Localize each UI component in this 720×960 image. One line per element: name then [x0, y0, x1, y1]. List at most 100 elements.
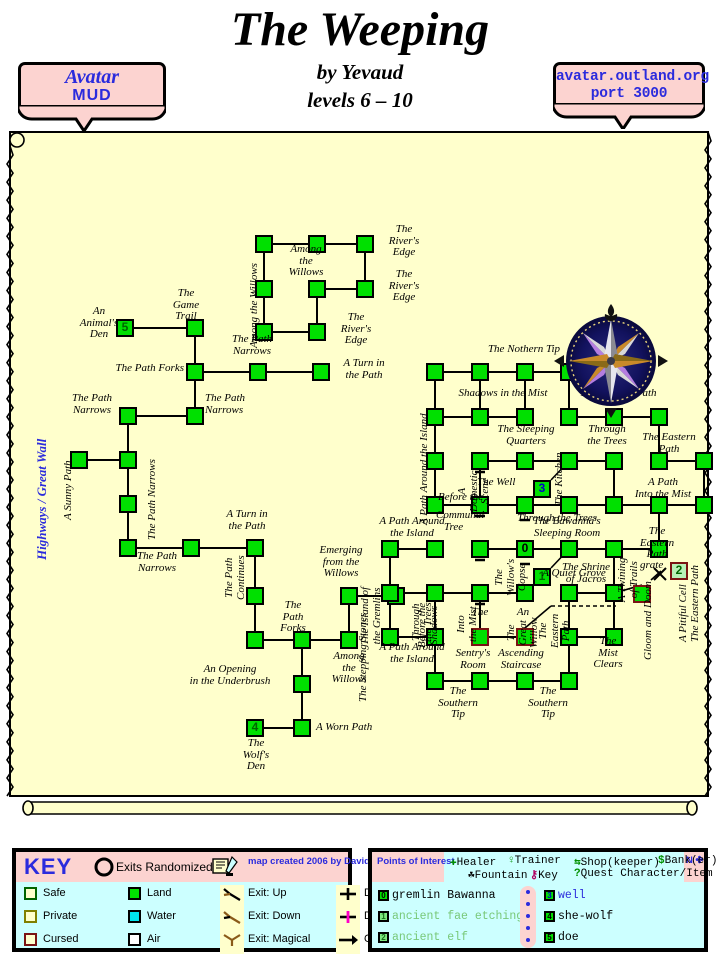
- room-node[interactable]: [246, 631, 264, 649]
- room-label-vertical: Among the Willows: [248, 263, 260, 348]
- poi-marker: 0: [378, 890, 389, 901]
- room-label: The Wolf's Den: [242, 737, 270, 772]
- room-label-vertical: A Sunny Path: [62, 460, 74, 520]
- badge-tail-right: [553, 103, 705, 129]
- room-label: An Opening in the Underbrush: [189, 663, 271, 687]
- room-label-vertical: Before the Shadows: [416, 602, 440, 648]
- room-connection: [578, 503, 605, 507]
- room-label: The Path Narrows: [205, 392, 246, 416]
- room-node[interactable]: [186, 363, 204, 381]
- oneway-arrow-icon: [339, 935, 358, 945]
- room-label: The Eastern Path: [639, 525, 675, 560]
- room-node[interactable]: [560, 584, 578, 602]
- room-node[interactable]: [340, 631, 358, 649]
- room-node[interactable]: [356, 280, 374, 298]
- room-node[interactable]: [605, 540, 623, 558]
- room-node[interactable]: [255, 235, 273, 253]
- room-node[interactable]: [516, 363, 534, 381]
- room-node[interactable]: [471, 452, 489, 470]
- highways-great-wall-label: Highways / Great Wall: [34, 438, 49, 560]
- poi-symbol-key: ⚷Key: [530, 870, 558, 882]
- room-label: Among the Willows: [288, 243, 324, 278]
- room-label: Ascending Staircase: [498, 647, 544, 671]
- room-label-vertical: The Eastern Path: [689, 565, 701, 642]
- room-label-vertical: The Willow's Copse: [493, 558, 528, 596]
- room-node[interactable]: [560, 540, 578, 558]
- room-node[interactable]: 4: [246, 719, 264, 737]
- room-node[interactable]: [426, 540, 444, 558]
- room-node[interactable]: [293, 675, 311, 693]
- room-connection: [363, 253, 367, 280]
- room-label-vertical: The Path Continues: [223, 555, 247, 600]
- exit-magical-icon-wrap: [220, 931, 244, 954]
- room-node[interactable]: [426, 363, 444, 381]
- room-node[interactable]: [471, 363, 489, 381]
- room-node[interactable]: [293, 719, 311, 737]
- room-node[interactable]: [356, 235, 374, 253]
- key-title: KEY: [24, 854, 73, 879]
- key-legend: KEY Exits Randomized map created 2006 by…: [12, 848, 452, 954]
- room-node[interactable]: [471, 584, 489, 602]
- room-connection: [204, 370, 249, 374]
- compass-rose-icon: [554, 304, 668, 418]
- room-node[interactable]: [246, 539, 264, 557]
- room-node[interactable]: [186, 407, 204, 425]
- room-connection: [311, 638, 340, 642]
- room-connection: [578, 547, 605, 551]
- room-label-vertical: A Twining of Trails: [616, 557, 640, 602]
- room-connection: [399, 547, 426, 551]
- key-item-label: Safe: [43, 887, 66, 899]
- room-node[interactable]: [119, 495, 137, 513]
- room-connection: [489, 370, 516, 374]
- exit-up-icon-wrap: [220, 885, 244, 908]
- exits-randomized-label: Exits Randomized: [116, 860, 213, 874]
- room-connection: [489, 679, 516, 683]
- room-node[interactable]: [516, 452, 534, 470]
- room-connection: [444, 415, 471, 419]
- room-connection: [315, 298, 319, 323]
- room-node[interactable]: [605, 452, 623, 470]
- avatar-mud-badge-line2: MUD: [72, 87, 112, 104]
- room-connection: [347, 605, 351, 631]
- poi-marker: 2: [378, 932, 389, 943]
- room-connection: [262, 298, 266, 323]
- room-connection: [134, 326, 186, 330]
- room-node[interactable]: [381, 584, 399, 602]
- room-node[interactable]: [308, 323, 326, 341]
- room-node[interactable]: [119, 451, 137, 469]
- room-label: The Path Forks: [115, 362, 184, 374]
- room-connection: [253, 605, 257, 631]
- room-label: grate: [640, 559, 664, 571]
- room-node[interactable]: [119, 407, 137, 425]
- water-swatch: [128, 910, 141, 923]
- poi-symbol-fountain: ☘Fountain: [468, 870, 528, 882]
- poi-symbol-quest-character-item: ?Quest Character/Item: [574, 868, 713, 880]
- room-node[interactable]: [308, 280, 326, 298]
- private-swatch: [24, 910, 37, 923]
- room-node[interactable]: [246, 587, 264, 605]
- room-node[interactable]: 0: [516, 540, 534, 558]
- room-node[interactable]: [249, 363, 267, 381]
- room-node[interactable]: [426, 584, 444, 602]
- page-header: The Weeping by Yevaud levels 6 – 10 Avat…: [0, 0, 720, 131]
- room-node[interactable]: [381, 540, 399, 558]
- door-lock-icon-wrap: [336, 908, 360, 931]
- room-connection: [267, 370, 312, 374]
- room-connection: [388, 558, 392, 584]
- room-connection: [200, 546, 246, 550]
- room-label-vertical: Into the Mist: [455, 606, 479, 642]
- room-label: The Path Narrows: [71, 392, 113, 416]
- door-nolock-icon-wrap: [336, 885, 360, 908]
- room-connection: [253, 557, 257, 587]
- room-node[interactable]: [471, 540, 489, 558]
- room-connection: [444, 591, 471, 595]
- room-connection: [137, 546, 182, 550]
- room-node[interactable]: 3: [533, 480, 551, 498]
- room-node[interactable]: [340, 587, 358, 605]
- room-label: The Game Trail: [172, 287, 200, 322]
- server-port: port 3000: [590, 85, 668, 102]
- room-node[interactable]: [312, 363, 330, 381]
- room-connection: [489, 459, 516, 463]
- room-label: The Mist Clears: [593, 635, 623, 670]
- room-label: A Worn Path: [316, 721, 373, 733]
